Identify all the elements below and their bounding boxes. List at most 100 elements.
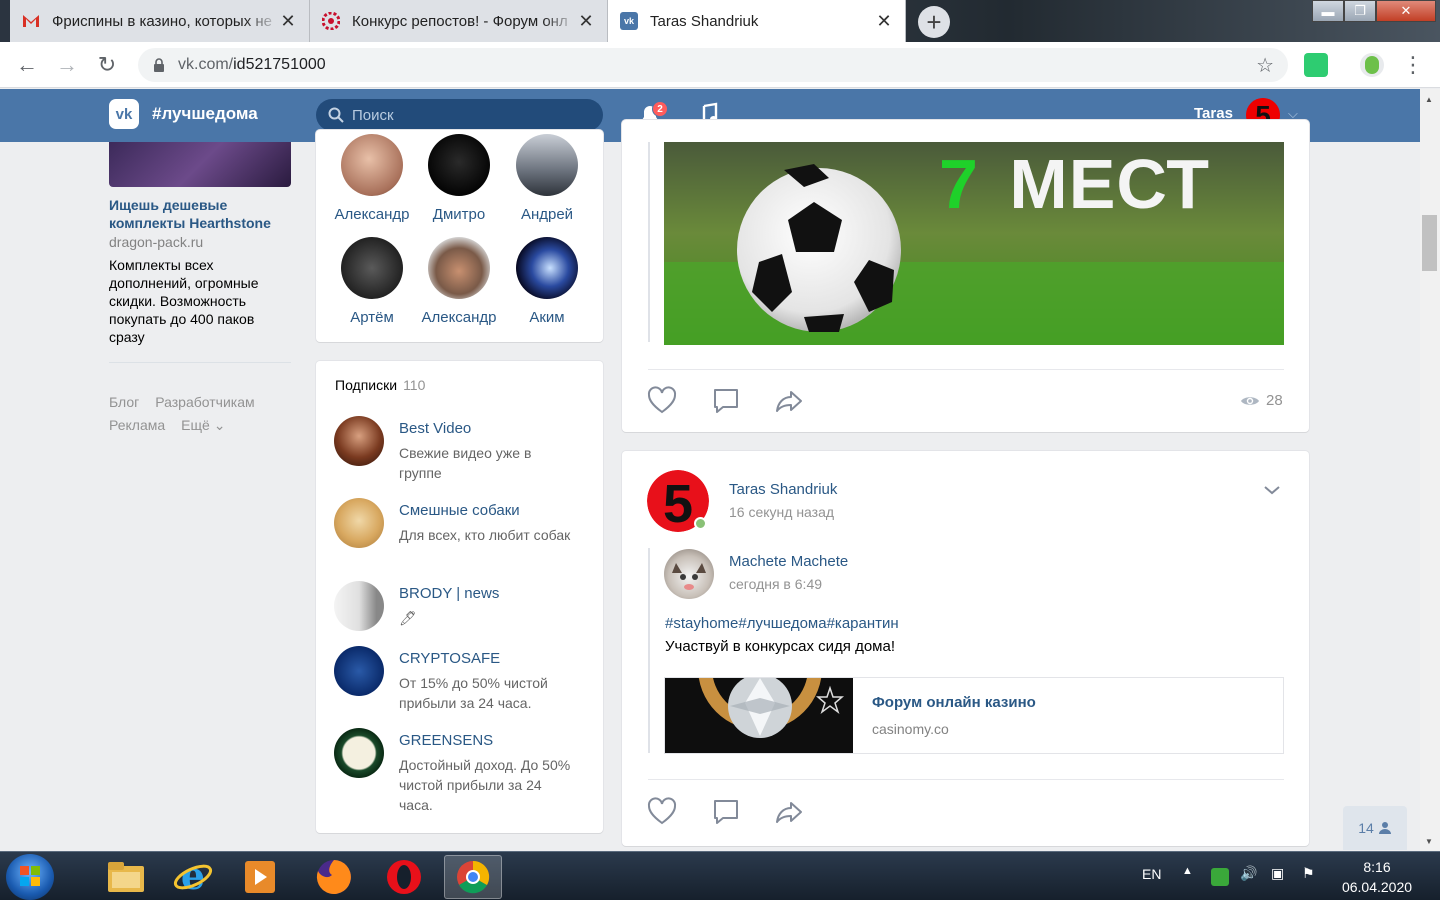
profile-icon[interactable] <box>1360 53 1384 77</box>
new-tab-button[interactable]: + <box>918 6 950 38</box>
reload-button[interactable]: ↻ <box>94 52 120 78</box>
friend-item[interactable]: Аким <box>503 237 591 326</box>
scroll-down-arrow[interactable]: ▼ <box>1425 837 1433 846</box>
vk-logo[interactable]: vk <box>109 99 139 129</box>
tab-close-icon[interactable]: ✕ <box>875 11 893 32</box>
network-icon[interactable]: ▣ <box>1271 865 1284 882</box>
tab-gmail[interactable]: Фриспины в казино, которых не ✕ <box>10 0 310 42</box>
gmail-icon <box>22 12 40 30</box>
subscription-item[interactable]: Смешные собаки Для всех, кто любит собак <box>334 498 584 558</box>
repost-bar <box>648 142 650 342</box>
subscription-item[interactable]: Best Video Свежие видео уже в группе <box>334 416 584 481</box>
tab-close-icon[interactable]: ✕ <box>279 11 297 32</box>
post-author-name[interactable]: Taras Shandriuk <box>729 481 837 498</box>
repost-author-avatar[interactable] <box>664 549 714 599</box>
chrome-taskbar-icon[interactable] <box>444 855 502 899</box>
repost-author-name[interactable]: Machete Machete <box>729 553 848 570</box>
footer-link-developers[interactable]: Разработчикам <box>155 391 254 414</box>
language-indicator[interactable]: EN <box>1142 866 1161 882</box>
friend-item[interactable]: Дмитро <box>415 134 503 223</box>
post-divider <box>648 779 1284 780</box>
subscription-name[interactable]: CRYPTOSAFE <box>399 650 500 667</box>
ie-taskbar-icon[interactable]: e <box>164 855 222 899</box>
tab-vk-active[interactable]: vk Taras Shandriuk ✕ <box>608 0 906 42</box>
subscription-item[interactable]: BRODY | news 🖊 <box>334 581 584 631</box>
post-image[interactable]: 7 МЕСТ <box>664 142 1284 345</box>
bookmark-star-icon[interactable]: ☆ <box>1256 53 1274 78</box>
search-input[interactable] <box>352 106 582 124</box>
scroll-up-arrow[interactable]: ▲ <box>1425 95 1433 104</box>
url-text: vk.com/id521751000 <box>178 56 326 73</box>
friend-item[interactable]: Артём <box>328 237 416 326</box>
minimize-button[interactable]: ▬ <box>1312 0 1344 22</box>
like-icon[interactable] <box>647 386 677 416</box>
chrome-menu-button[interactable]: ⋮ <box>1400 52 1426 78</box>
ad-title[interactable]: Ищешь дешевые комплекты Hearthstone <box>109 196 289 232</box>
browser-tab-strip: Фриспины в казино, которых не ✕ Конкурс … <box>0 0 1440 42</box>
share-icon[interactable] <box>774 386 804 416</box>
ad-text[interactable]: Комплекты всех дополнений, огромные скид… <box>109 256 289 346</box>
back-button[interactable]: ← <box>14 52 40 78</box>
friend-name: Александр <box>421 309 497 326</box>
subscriptions-heading[interactable]: Подписки 110 <box>335 377 425 393</box>
repost-time[interactable]: сегодня в 6:49 <box>729 576 822 592</box>
close-window-button[interactable]: ✕ <box>1376 0 1436 22</box>
maximize-button[interactable]: ❐ <box>1344 0 1376 22</box>
subscription-item[interactable]: CRYPTOSAFE От 15% до 50% чистой прибыли … <box>334 646 584 711</box>
explorer-taskbar-icon[interactable] <box>97 855 155 899</box>
link-title[interactable]: Форум онлайн казино <box>872 694 1036 711</box>
subscription-name[interactable]: BRODY | news <box>399 585 499 602</box>
subscription-item[interactable]: GREENSENS Достойный доход. До 50% чистой… <box>334 728 584 813</box>
start-button[interactable] <box>6 854 54 900</box>
online-friends-chip[interactable]: 14 <box>1343 806 1407 850</box>
ad-site[interactable]: dragon-pack.ru <box>109 234 203 250</box>
address-bar[interactable]: vk.com/id521751000 ☆ <box>138 48 1288 82</box>
subscription-desc: Достойный доход. До 50% чистой прибыли з… <box>399 757 571 813</box>
comment-icon[interactable] <box>711 386 741 416</box>
lock-icon <box>154 58 164 72</box>
svg-text:e: e <box>181 857 205 897</box>
tab-forum[interactable]: Конкурс репостов! - Форум онл ✕ <box>310 0 608 42</box>
post-hashtags[interactable]: #stayhome#лучшедома#карантин <box>665 615 899 632</box>
tab-title: Конкурс репостов! - Форум онл <box>352 12 568 30</box>
comment-icon[interactable] <box>711 797 741 827</box>
post-divider <box>648 369 1284 370</box>
subscription-name[interactable]: GREENSENS <box>399 732 493 749</box>
share-icon[interactable] <box>774 797 804 827</box>
friend-item[interactable]: Андрей <box>503 134 591 223</box>
volume-icon[interactable]: 🔊 <box>1240 865 1257 882</box>
friend-avatar <box>341 237 403 299</box>
svg-text:5: 5 <box>663 474 693 532</box>
windows-taskbar: e EN ▲ 🔊 ▣ ⚑ 8:16 06.04.2020 <box>0 851 1440 900</box>
vk-brand-hashtag[interactable]: #лучшедома <box>152 104 258 124</box>
footer-link-blog[interactable]: Блог <box>109 391 139 414</box>
ad-image[interactable] <box>109 142 291 187</box>
subscription-name[interactable]: Best Video <box>399 420 471 437</box>
chevron-down-icon[interactable] <box>1262 484 1282 496</box>
friend-avatar <box>428 134 490 196</box>
tab-close-icon[interactable]: ✕ <box>577 11 595 32</box>
post-time[interactable]: 16 секунд назад <box>729 504 834 520</box>
media-taskbar-icon[interactable] <box>231 855 289 899</box>
friend-item[interactable]: Александр <box>415 237 503 326</box>
taskbar-clock[interactable]: 8:16 06.04.2020 <box>1334 857 1420 897</box>
scrollbar-thumb[interactable] <box>1422 215 1437 271</box>
security-tray-icon[interactable] <box>1211 868 1229 886</box>
footer-link-more[interactable]: Ещё ⌄ <box>181 414 225 437</box>
footer-link-ads[interactable]: Реклама <box>109 414 165 437</box>
friend-name: Дмитро <box>432 206 486 223</box>
action-center-flag-icon[interactable]: ⚑ <box>1302 865 1315 882</box>
friend-name: Аким <box>529 309 565 326</box>
subscription-desc: Свежие видео уже в группе <box>399 445 532 481</box>
link-snippet[interactable]: Форум онлайн казино casinomy.co <box>664 677 1284 754</box>
forward-button[interactable]: → <box>54 52 80 78</box>
extension-icon[interactable] <box>1304 53 1328 77</box>
like-icon[interactable] <box>647 797 677 827</box>
page-scrollbar[interactable]: ▲ ▼ <box>1420 89 1440 851</box>
firefox-taskbar-icon[interactable] <box>305 855 363 899</box>
tray-expand-icon[interactable]: ▲ <box>1182 865 1193 877</box>
opera-taskbar-icon[interactable] <box>375 855 433 899</box>
subscription-name[interactable]: Смешные собаки <box>399 502 520 519</box>
friend-item[interactable]: Александр <box>328 134 416 223</box>
vk-search[interactable] <box>316 99 603 131</box>
